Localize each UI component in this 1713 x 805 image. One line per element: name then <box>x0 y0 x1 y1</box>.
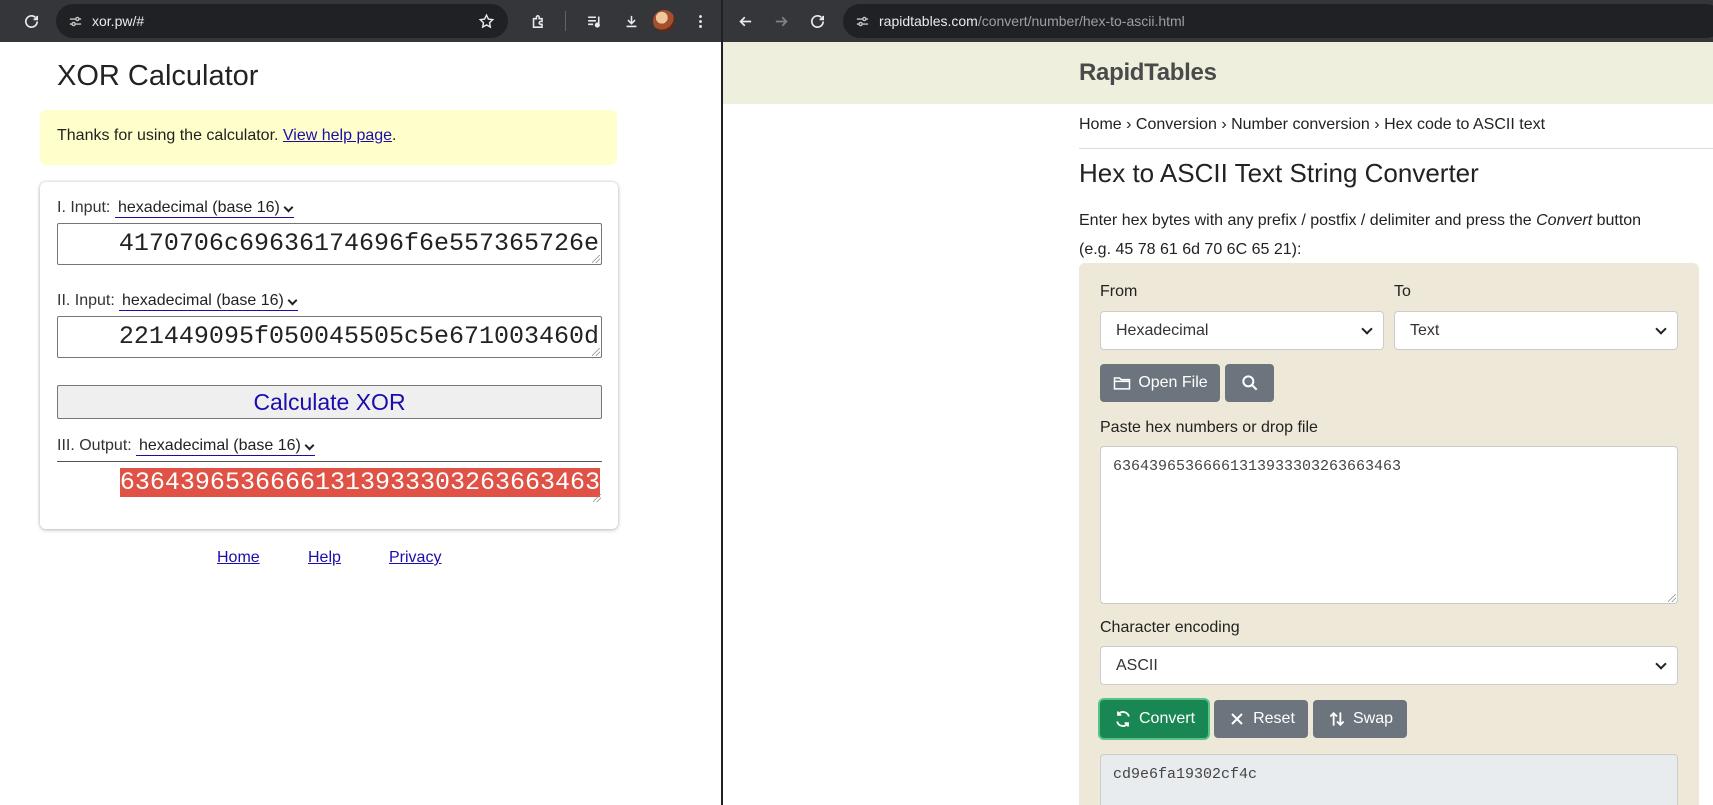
swap-button[interactable]: Swap <box>1313 700 1407 738</box>
encoding-label: Character encoding <box>1100 619 1240 636</box>
resize-handle-icon[interactable] <box>592 255 600 263</box>
site-logo[interactable]: RapidTables <box>1079 59 1217 87</box>
left-url-text: xor.pw/# <box>92 13 145 29</box>
instructions-before: Enter hex bytes with any prefix / postfi… <box>1079 212 1537 229</box>
converter-panel: From To Hexadecimal Text Open File Paste… <box>1079 263 1699 805</box>
reset-label: Reset <box>1253 710 1295 727</box>
from-select-value: Hexadecimal <box>1116 322 1209 339</box>
resize-handle-icon[interactable] <box>592 348 600 356</box>
left-browser-window: xor.pw/# XOR Calculator Thanks for using… <box>0 0 721 805</box>
site-info-icon[interactable] <box>66 12 84 30</box>
input1-value: 4170706c69636174696f6e557365726e <box>118 229 599 258</box>
footer-home-link[interactable]: Home <box>217 549 260 567</box>
breadcrumb-home[interactable]: Home <box>1079 116 1122 133</box>
convert-label: Convert <box>1138 710 1196 727</box>
notice-text: Thanks for using the calculator. <box>57 127 283 144</box>
instructions-example: (e.g. 45 78 61 6d 70 6C 65 21): <box>1079 241 1302 258</box>
media-controls-icon[interactable] <box>582 9 606 33</box>
breadcrumb: Home › Conversion › Number conversion › … <box>1079 116 1546 133</box>
footer-help-link[interactable]: Help <box>308 549 341 567</box>
profile-avatar[interactable] <box>653 10 675 32</box>
chevron-down-icon <box>1655 323 1667 335</box>
from-label: From <box>1100 283 1138 300</box>
text-output-textarea[interactable]: cd9e6fa19302cf4c <box>1100 754 1678 805</box>
reload-icon[interactable] <box>805 9 829 33</box>
calculate-xor-button[interactable]: Calculate XOR <box>57 385 602 419</box>
reload-icon[interactable] <box>19 9 43 33</box>
page-title: XOR Calculator <box>57 60 259 92</box>
site-info-icon[interactable] <box>853 12 871 30</box>
to-label: To <box>1394 283 1411 300</box>
url-host: rapidtables.com <box>879 13 978 29</box>
reset-button[interactable]: Reset <box>1214 700 1308 738</box>
output-label: III. Output: <box>57 437 132 454</box>
close-icon <box>1231 713 1243 725</box>
chevron-down-icon <box>1361 323 1373 335</box>
url-path: /convert/number/hex-to-ascii.html <box>977 13 1185 29</box>
forward-arrow-icon[interactable] <box>769 9 793 33</box>
notice-banner: Thanks for using the calculator. View he… <box>40 110 617 165</box>
search-icon <box>1241 375 1257 391</box>
instructions-after: button <box>1592 212 1642 229</box>
input2-format-select[interactable]: hexadecimal (base 16) <box>119 292 298 311</box>
open-file-button[interactable]: Open File <box>1100 364 1220 402</box>
instructions-text: Enter hex bytes with any prefix / postfi… <box>1079 206 1679 264</box>
search-button[interactable] <box>1225 364 1274 402</box>
bookmark-star-icon[interactable] <box>474 9 498 33</box>
view-help-link[interactable]: View help page <box>283 127 392 144</box>
right-address-bar[interactable]: rapidtables.com/convert/number/hex-to-as… <box>843 4 1713 38</box>
chevron-down-icon <box>304 440 315 451</box>
page-heading: Hex to ASCII Text String Converter <box>1079 158 1479 188</box>
hex-input-textarea[interactable]: 63643965366661313933303263663463 <box>1100 446 1678 604</box>
output-format-select[interactable]: hexadecimal (base 16) <box>136 437 315 456</box>
output-format-value: hexadecimal (base 16) <box>139 437 301 454</box>
chevron-down-icon <box>1655 658 1667 670</box>
swap-icon <box>1329 711 1345 727</box>
input1-field[interactable]: 4170706c69636174696f6e557365726e <box>57 223 602 265</box>
breadcrumb-divider <box>1079 148 1713 149</box>
footer-privacy-link[interactable]: Privacy <box>389 549 441 567</box>
instructions-em: Convert <box>1536 212 1593 229</box>
breadcrumb-conversion[interactable]: Conversion <box>1136 116 1217 133</box>
input2-label: II. Input: <box>57 292 115 309</box>
input1-label: I. Input: <box>57 199 111 216</box>
breadcrumb-number-conversion[interactable]: Number conversion <box>1231 116 1370 133</box>
more-menu-icon[interactable] <box>688 9 712 33</box>
left-address-bar[interactable]: xor.pw/# <box>56 4 508 38</box>
text-output-value: cd9e6fa19302cf4c <box>1113 766 1258 783</box>
input2-field[interactable]: 221449095f050045505c5e671003460d <box>57 316 602 358</box>
right-browser-window: rapidtables.com/convert/number/hex-to-as… <box>723 0 1713 805</box>
input2-value: 221449095f050045505c5e671003460d <box>118 322 599 351</box>
convert-button[interactable]: Convert <box>1100 700 1208 738</box>
resize-handle-icon[interactable] <box>1668 594 1676 602</box>
notice-end: . <box>392 127 397 144</box>
encoding-select[interactable]: ASCII <box>1100 646 1678 685</box>
open-file-label: Open File <box>1138 374 1208 391</box>
input1-format-value: hexadecimal (base 16) <box>118 199 280 216</box>
right-url-text: rapidtables.com/convert/number/hex-to-as… <box>879 4 1185 38</box>
to-select[interactable]: Text <box>1394 311 1678 350</box>
site-header: RapidTables <box>723 42 1713 104</box>
input2-format-value: hexadecimal (base 16) <box>122 292 284 309</box>
output-field[interactable]: 63643965366661313933303263663463 <box>57 461 602 503</box>
folder-icon <box>1114 377 1131 390</box>
chevron-down-icon <box>287 295 298 306</box>
input1-format-select[interactable]: hexadecimal (base 16) <box>115 199 294 218</box>
from-select[interactable]: Hexadecimal <box>1100 311 1384 350</box>
breadcrumb-current[interactable]: Hex code to ASCII text <box>1384 116 1545 133</box>
encoding-select-value: ASCII <box>1116 657 1158 674</box>
swap-label: Swap <box>1352 710 1394 727</box>
to-select-value: Text <box>1410 322 1440 339</box>
chevron-down-icon <box>283 202 294 213</box>
paste-label: Paste hex numbers or drop file <box>1100 419 1318 436</box>
download-icon[interactable] <box>619 9 643 33</box>
output-value: 63643965366661313933303263663463 <box>119 468 600 497</box>
refresh-icon <box>1116 711 1130 727</box>
right-browser-toolbar: rapidtables.com/convert/number/hex-to-as… <box>723 0 1713 42</box>
left-browser-toolbar: xor.pw/# <box>0 0 721 42</box>
hex-input-value: 63643965366661313933303263663463 <box>1113 458 1402 475</box>
resize-handle-icon[interactable] <box>593 494 601 502</box>
back-arrow-icon[interactable] <box>733 9 757 33</box>
extensions-icon[interactable] <box>526 9 550 33</box>
